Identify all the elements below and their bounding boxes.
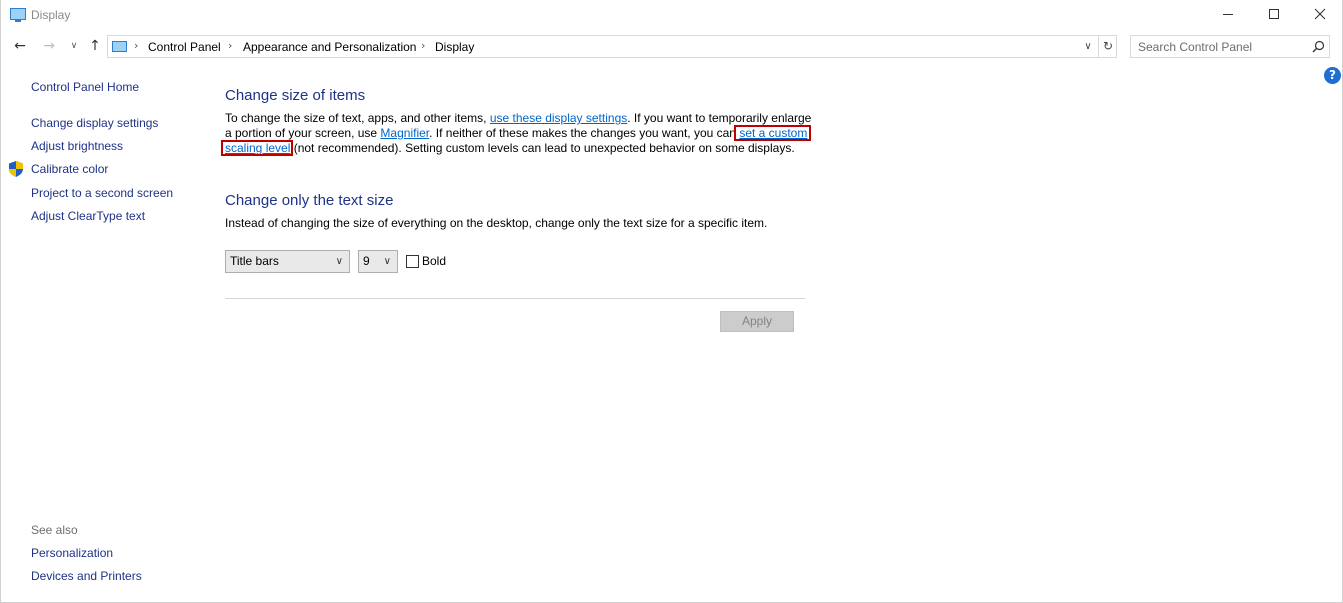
- breadcrumb-separator[interactable]: ›: [134, 39, 138, 52]
- bold-checkbox-label[interactable]: Bold: [422, 254, 446, 268]
- search-box[interactable]: [1130, 35, 1330, 58]
- text-item-select-value: Title bars: [230, 254, 279, 268]
- up-button[interactable]: ↑: [85, 36, 105, 56]
- text-size-description: Instead of changing the size of everythi…: [225, 216, 768, 230]
- description-text: . If neither of these makes the changes …: [429, 126, 740, 140]
- recent-locations-button[interactable]: ∨: [64, 36, 84, 56]
- sidebar-item-project-to-second-screen[interactable]: Project to a second screen: [31, 186, 173, 200]
- change-size-description: To change the size of text, apps, and ot…: [225, 111, 815, 156]
- display-monitor-icon: [10, 8, 26, 22]
- help-icon[interactable]: ?: [1324, 67, 1341, 84]
- section-title-change-size-of-items: Change size of items: [225, 87, 366, 104]
- breadcrumb-separator[interactable]: ›: [228, 39, 232, 52]
- forward-button[interactable]: →: [39, 36, 59, 56]
- minimize-icon: [1223, 14, 1233, 15]
- text-item-select[interactable]: Title bars ∨: [225, 250, 350, 273]
- breadcrumb-separator[interactable]: ›: [421, 39, 425, 52]
- minimize-button[interactable]: [1205, 0, 1251, 30]
- see-also-personalization-link[interactable]: Personalization: [31, 546, 113, 560]
- window: Display ← → ∨ ↑ › Control Panel › Appear…: [0, 0, 1343, 603]
- sidebar-item-calibrate-color[interactable]: Calibrate color: [31, 162, 108, 176]
- control-panel-icon: [112, 41, 127, 52]
- bold-checkbox[interactable]: [406, 255, 419, 268]
- shield-icon: [9, 161, 23, 177]
- maximize-icon: [1269, 9, 1279, 19]
- see-also-devices-and-printers-link[interactable]: Devices and Printers: [31, 569, 142, 583]
- section-title-change-text-size: Change only the text size: [225, 192, 394, 209]
- window-title: Display: [31, 8, 71, 22]
- close-button[interactable]: [1297, 0, 1343, 30]
- breadcrumb-display[interactable]: Display: [435, 40, 474, 54]
- close-icon: [1314, 8, 1326, 20]
- refresh-button[interactable]: ↻: [1098, 36, 1117, 57]
- title-bar: Display: [1, 0, 1343, 30]
- description-text: To change the size of text, apps, and ot…: [225, 111, 490, 125]
- search-input[interactable]: [1131, 36, 1307, 57]
- font-size-select[interactable]: 9 ∨: [358, 250, 398, 273]
- search-icon[interactable]: [1312, 40, 1325, 53]
- see-also-heading: See also: [31, 523, 78, 537]
- breadcrumb-control-panel[interactable]: Control Panel: [148, 40, 221, 54]
- description-text: (not recommended). Setting custom levels…: [290, 141, 795, 155]
- apply-button[interactable]: Apply: [720, 311, 794, 332]
- address-bar[interactable]: › Control Panel › Appearance and Persona…: [107, 35, 1117, 58]
- sidebar-item-change-display-settings[interactable]: Change display settings: [31, 116, 158, 130]
- chevron-down-icon: ∨: [335, 256, 343, 267]
- maximize-button[interactable]: [1251, 0, 1297, 30]
- font-size-select-value: 9: [363, 254, 370, 268]
- breadcrumb-appearance-and-personalization[interactable]: Appearance and Personalization: [243, 40, 416, 54]
- magnifier-link[interactable]: Magnifier: [380, 126, 429, 140]
- sidebar-item-adjust-brightness[interactable]: Adjust brightness: [31, 139, 123, 153]
- divider: [225, 298, 805, 299]
- chevron-down-icon: ∨: [383, 256, 391, 267]
- sidebar-item-adjust-cleartype-text[interactable]: Adjust ClearType text: [31, 209, 145, 223]
- use-display-settings-link[interactable]: use these display settings: [490, 111, 627, 125]
- control-panel-home-link[interactable]: Control Panel Home: [31, 80, 139, 94]
- navigation-bar: ← → ∨ ↑ › Control Panel › Appearance and…: [1, 34, 1343, 60]
- back-button[interactable]: ←: [10, 36, 30, 56]
- address-dropdown-button[interactable]: ∨: [1080, 38, 1096, 55]
